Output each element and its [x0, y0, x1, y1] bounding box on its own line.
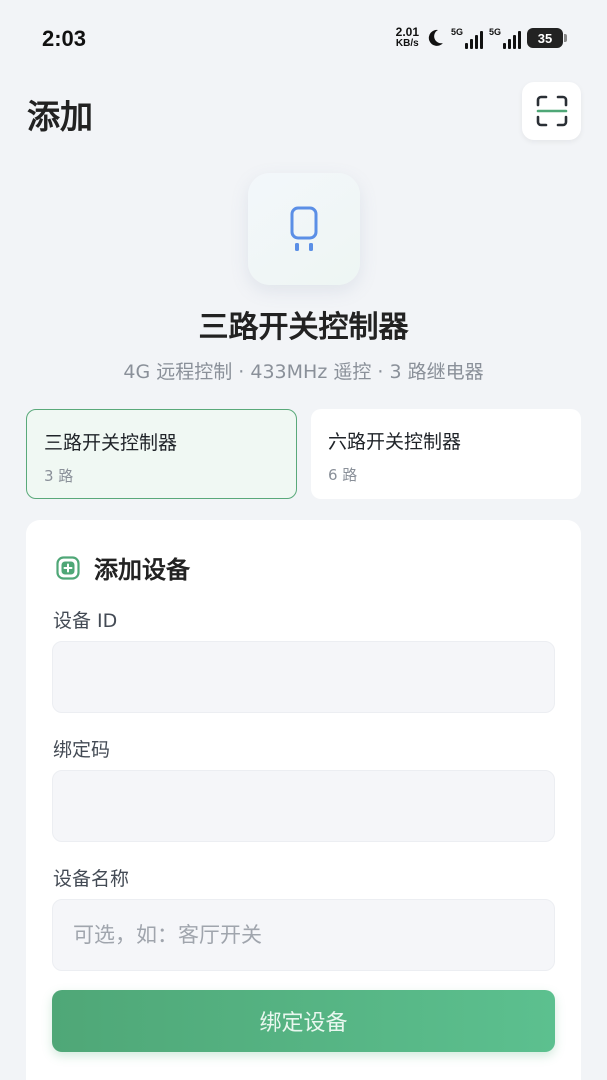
model-card-six-way[interactable]: 六路开关控制器 6 路	[311, 409, 581, 499]
bind-code-input[interactable]	[52, 770, 555, 842]
model-card-three-way[interactable]: 三路开关控制器 3 路	[26, 409, 297, 499]
status-indicators: 2.01 KB/s 5G 5G 35	[395, 24, 567, 52]
device-id-label: 设备 ID	[53, 610, 118, 632]
status-bar: 2:03 2.01 KB/s 5G 5G 35	[0, 0, 607, 78]
device-name-input[interactable]	[52, 899, 555, 971]
signal-sim2-icon: 5G	[489, 27, 521, 49]
network-speed: 2.01 KB/s	[395, 25, 419, 49]
device-id-input[interactable]	[52, 641, 555, 713]
moon-icon	[425, 28, 445, 48]
status-time: 2:03	[42, 26, 87, 51]
scan-icon	[536, 95, 568, 127]
sim1-label: 5G	[451, 27, 464, 37]
add-device-icon	[56, 555, 80, 580]
bind-device-button[interactable]: 绑定设备	[52, 990, 555, 1052]
signal-sim1-icon: 5G	[451, 27, 483, 49]
network-speed-unit: KB/s	[395, 38, 419, 49]
battery-icon: 35	[527, 28, 567, 48]
device-icon-box	[248, 173, 360, 285]
page-title: 添加	[27, 97, 93, 136]
form-header: 添加设备	[56, 550, 190, 585]
model-channels: 6 路	[328, 466, 358, 484]
device-name: 三路开关控制器	[198, 310, 409, 345]
add-device-form: 添加设备 设备 ID 绑定码 设备名称 绑定设备	[26, 520, 581, 1080]
device-description: 4G 远程控制 · 433MHz 遥控 · 3 路继电器	[123, 361, 484, 383]
model-channels: 3 路	[44, 467, 74, 485]
sim2-label: 5G	[489, 27, 502, 37]
battery-level: 35	[537, 30, 553, 46]
network-speed-value: 2.01	[395, 25, 419, 39]
form-title: 添加设备	[94, 556, 190, 584]
bind-code-label: 绑定码	[53, 739, 111, 761]
scan-button[interactable]	[522, 82, 581, 140]
model-name: 六路开关控制器	[328, 431, 462, 453]
device-name-label: 设备名称	[53, 868, 130, 890]
switch-device-icon	[289, 205, 319, 253]
model-name: 三路开关控制器	[44, 432, 178, 454]
